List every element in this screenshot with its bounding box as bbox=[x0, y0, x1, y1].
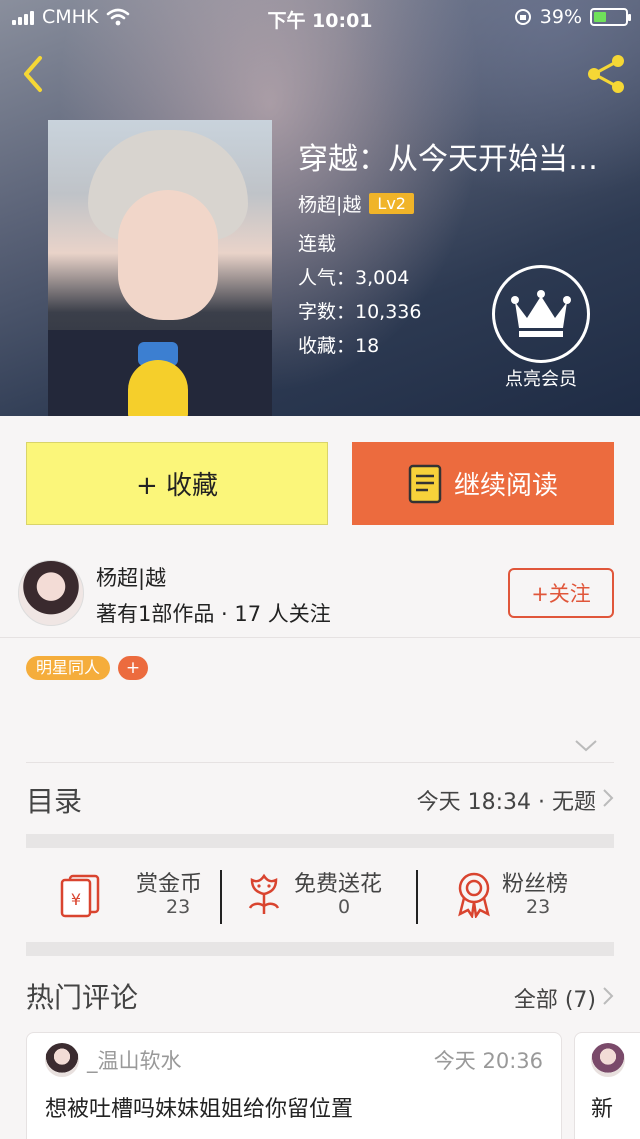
section-divider bbox=[26, 942, 614, 956]
latest-chapter: 今天 18:34 · 无题 bbox=[416, 790, 596, 815]
divider bbox=[220, 870, 222, 924]
free-flowers-button[interactable]: 免费送花 0 bbox=[244, 866, 420, 926]
tag-item[interactable]: 明星同人 bbox=[26, 656, 111, 680]
section-divider bbox=[26, 834, 614, 848]
author-stats: 著有1部作品 · 17 人关注 bbox=[96, 602, 331, 626]
vip-label: 点亮会员 bbox=[505, 369, 577, 390]
reward-coins-button[interactable]: ¥ 赏金币 23 bbox=[56, 866, 226, 926]
chevron-left-icon bbox=[24, 56, 42, 92]
comment-text: 新 bbox=[591, 1097, 614, 1122]
red-envelope-icon: ¥ bbox=[60, 874, 100, 918]
chevron-down-icon bbox=[575, 740, 597, 752]
book-header: CMHK 下午 10:01 39% 穿越：从今天开始当… 杨超|越 Lv2 连载… bbox=[0, 0, 640, 416]
comment-username[interactable]: _温山软水 bbox=[87, 1045, 182, 1075]
collect-button[interactable]: + 收藏 bbox=[26, 442, 328, 525]
hot-comments-header: 热门评论 全部 (7) bbox=[26, 972, 614, 1022]
hot-comments-title: 热门评论 bbox=[26, 981, 139, 1014]
book-icon bbox=[408, 464, 442, 503]
author-level-badge: Lv2 bbox=[369, 193, 414, 214]
back-button[interactable] bbox=[18, 54, 48, 94]
avatar[interactable] bbox=[45, 1043, 79, 1077]
collect-label: + 收藏 bbox=[135, 471, 219, 501]
free-flowers-count: 0 bbox=[338, 896, 351, 918]
fan-ranking-button[interactable]: 粉丝榜 23 bbox=[454, 866, 614, 926]
fan-ranking-count: 23 bbox=[526, 896, 551, 918]
chevron-right-icon bbox=[603, 789, 614, 807]
reward-coins-label: 赏金币 bbox=[136, 872, 203, 897]
share-button[interactable] bbox=[584, 52, 628, 96]
battery-percent: 39% bbox=[539, 6, 582, 28]
flower-icon bbox=[248, 873, 280, 914]
reward-stats: ¥ 赏金币 23 免费送花 0 粉丝榜 23 bbox=[26, 852, 614, 942]
comment-card[interactable]: _温山软水 今天 20:36 想被吐槽吗妹妹姐姐给你留位置 bbox=[26, 1032, 562, 1139]
book-cover-image[interactable] bbox=[48, 120, 272, 416]
status-bar: CMHK 下午 10:01 39% bbox=[0, 0, 640, 36]
share-icon bbox=[588, 55, 624, 93]
medal-icon bbox=[458, 872, 490, 918]
book-title: 穿越：从今天开始当… bbox=[298, 142, 598, 177]
svg-text:¥: ¥ bbox=[71, 890, 81, 909]
book-status: 连载 bbox=[298, 233, 337, 255]
author-row: 杨超|越 著有1部作品 · 17 人关注 +关注 bbox=[0, 550, 640, 638]
avatar[interactable] bbox=[591, 1043, 625, 1077]
tag-list: 明星同人 + bbox=[26, 656, 149, 680]
rotation-lock-icon bbox=[514, 9, 531, 25]
add-tag-button[interactable]: + bbox=[118, 656, 149, 680]
table-of-contents-row[interactable]: 目录 今天 18:34 · 无题 bbox=[26, 772, 614, 826]
crown-icon bbox=[511, 290, 571, 337]
book-author[interactable]: 杨超|越 bbox=[298, 190, 361, 217]
fan-ranking-label: 粉丝榜 bbox=[502, 872, 569, 897]
all-comments-link[interactable]: 全部 (7) bbox=[514, 982, 596, 1014]
free-flowers-label: 免费送花 bbox=[294, 872, 383, 897]
toc-title: 目录 bbox=[26, 785, 83, 818]
comment-time: 今天 20:36 bbox=[433, 1049, 543, 1073]
divider bbox=[416, 870, 418, 924]
comment-card[interactable]: 新 bbox=[574, 1032, 640, 1139]
expand-button[interactable] bbox=[574, 738, 598, 752]
follow-button[interactable]: +关注 bbox=[508, 568, 614, 618]
continue-reading-button[interactable]: 继续阅读 bbox=[352, 442, 614, 525]
chevron-right-icon bbox=[603, 987, 614, 1005]
author-avatar[interactable] bbox=[18, 560, 84, 626]
divider bbox=[26, 762, 614, 763]
author-name[interactable]: 杨超|越 bbox=[96, 562, 166, 592]
vip-button[interactable]: 点亮会员 bbox=[492, 265, 590, 391]
comment-text: 想被吐槽吗妹妹姐姐给你留位置 bbox=[45, 1097, 354, 1122]
reward-coins-count: 23 bbox=[166, 896, 191, 918]
battery-icon bbox=[590, 8, 631, 26]
continue-reading-label: 继续阅读 bbox=[453, 471, 558, 501]
